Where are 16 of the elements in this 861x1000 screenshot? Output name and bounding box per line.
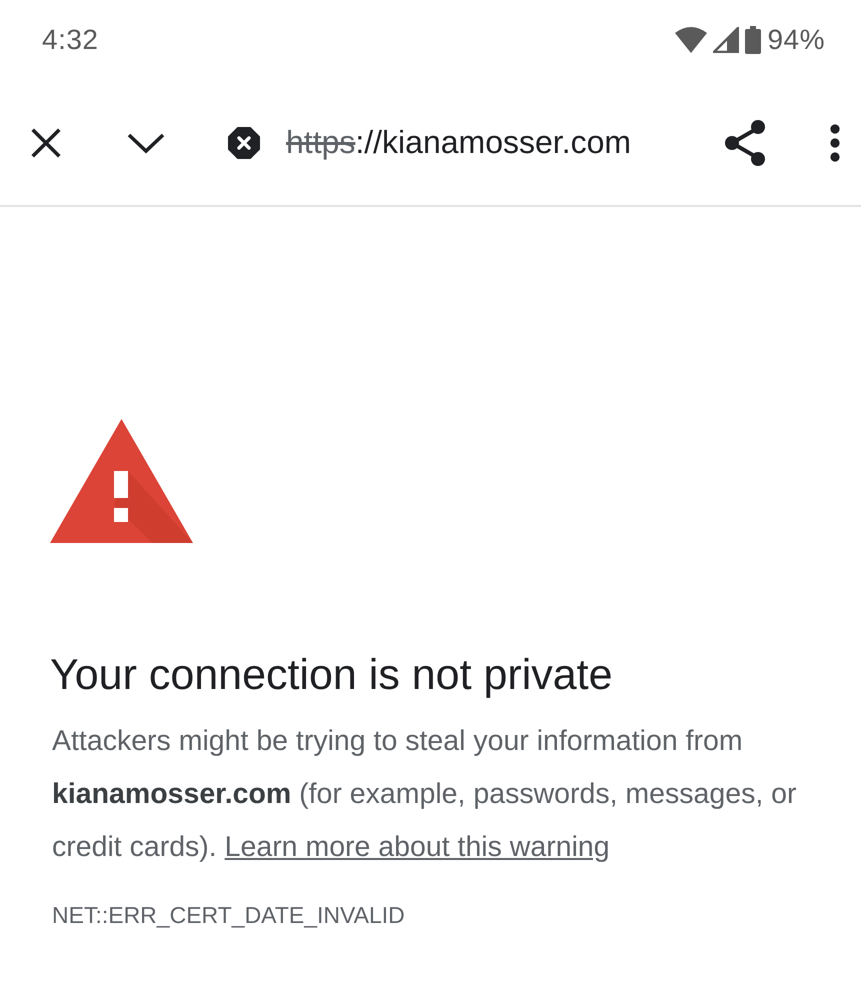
warning-icon — [50, 419, 193, 543]
chevron-down-icon — [127, 132, 165, 154]
more-vertical-icon — [830, 124, 840, 162]
close-icon — [31, 128, 61, 158]
warning-title: Your connection is not private — [50, 650, 614, 701]
battery-icon — [745, 26, 762, 54]
share-icon — [724, 120, 766, 166]
error-icon — [228, 126, 260, 158]
learn-more-link[interactable]: Learn more about this warning — [224, 831, 610, 863]
warning-message: Attackers might be trying to steal your information from kianamosser.com (for example, passwords, messages, or credit cards). Learn more about this warning — [52, 724, 798, 865]
clock-time: 4:32 — [42, 24, 98, 56]
error-code: NET::ERR_CERT_DATE_INVALID — [52, 902, 406, 929]
wifi-icon — [675, 27, 708, 53]
battery-percent: 94% — [767, 24, 825, 56]
url-text: https://kianamosser.com — [286, 124, 632, 161]
signal-icon — [713, 27, 740, 53]
